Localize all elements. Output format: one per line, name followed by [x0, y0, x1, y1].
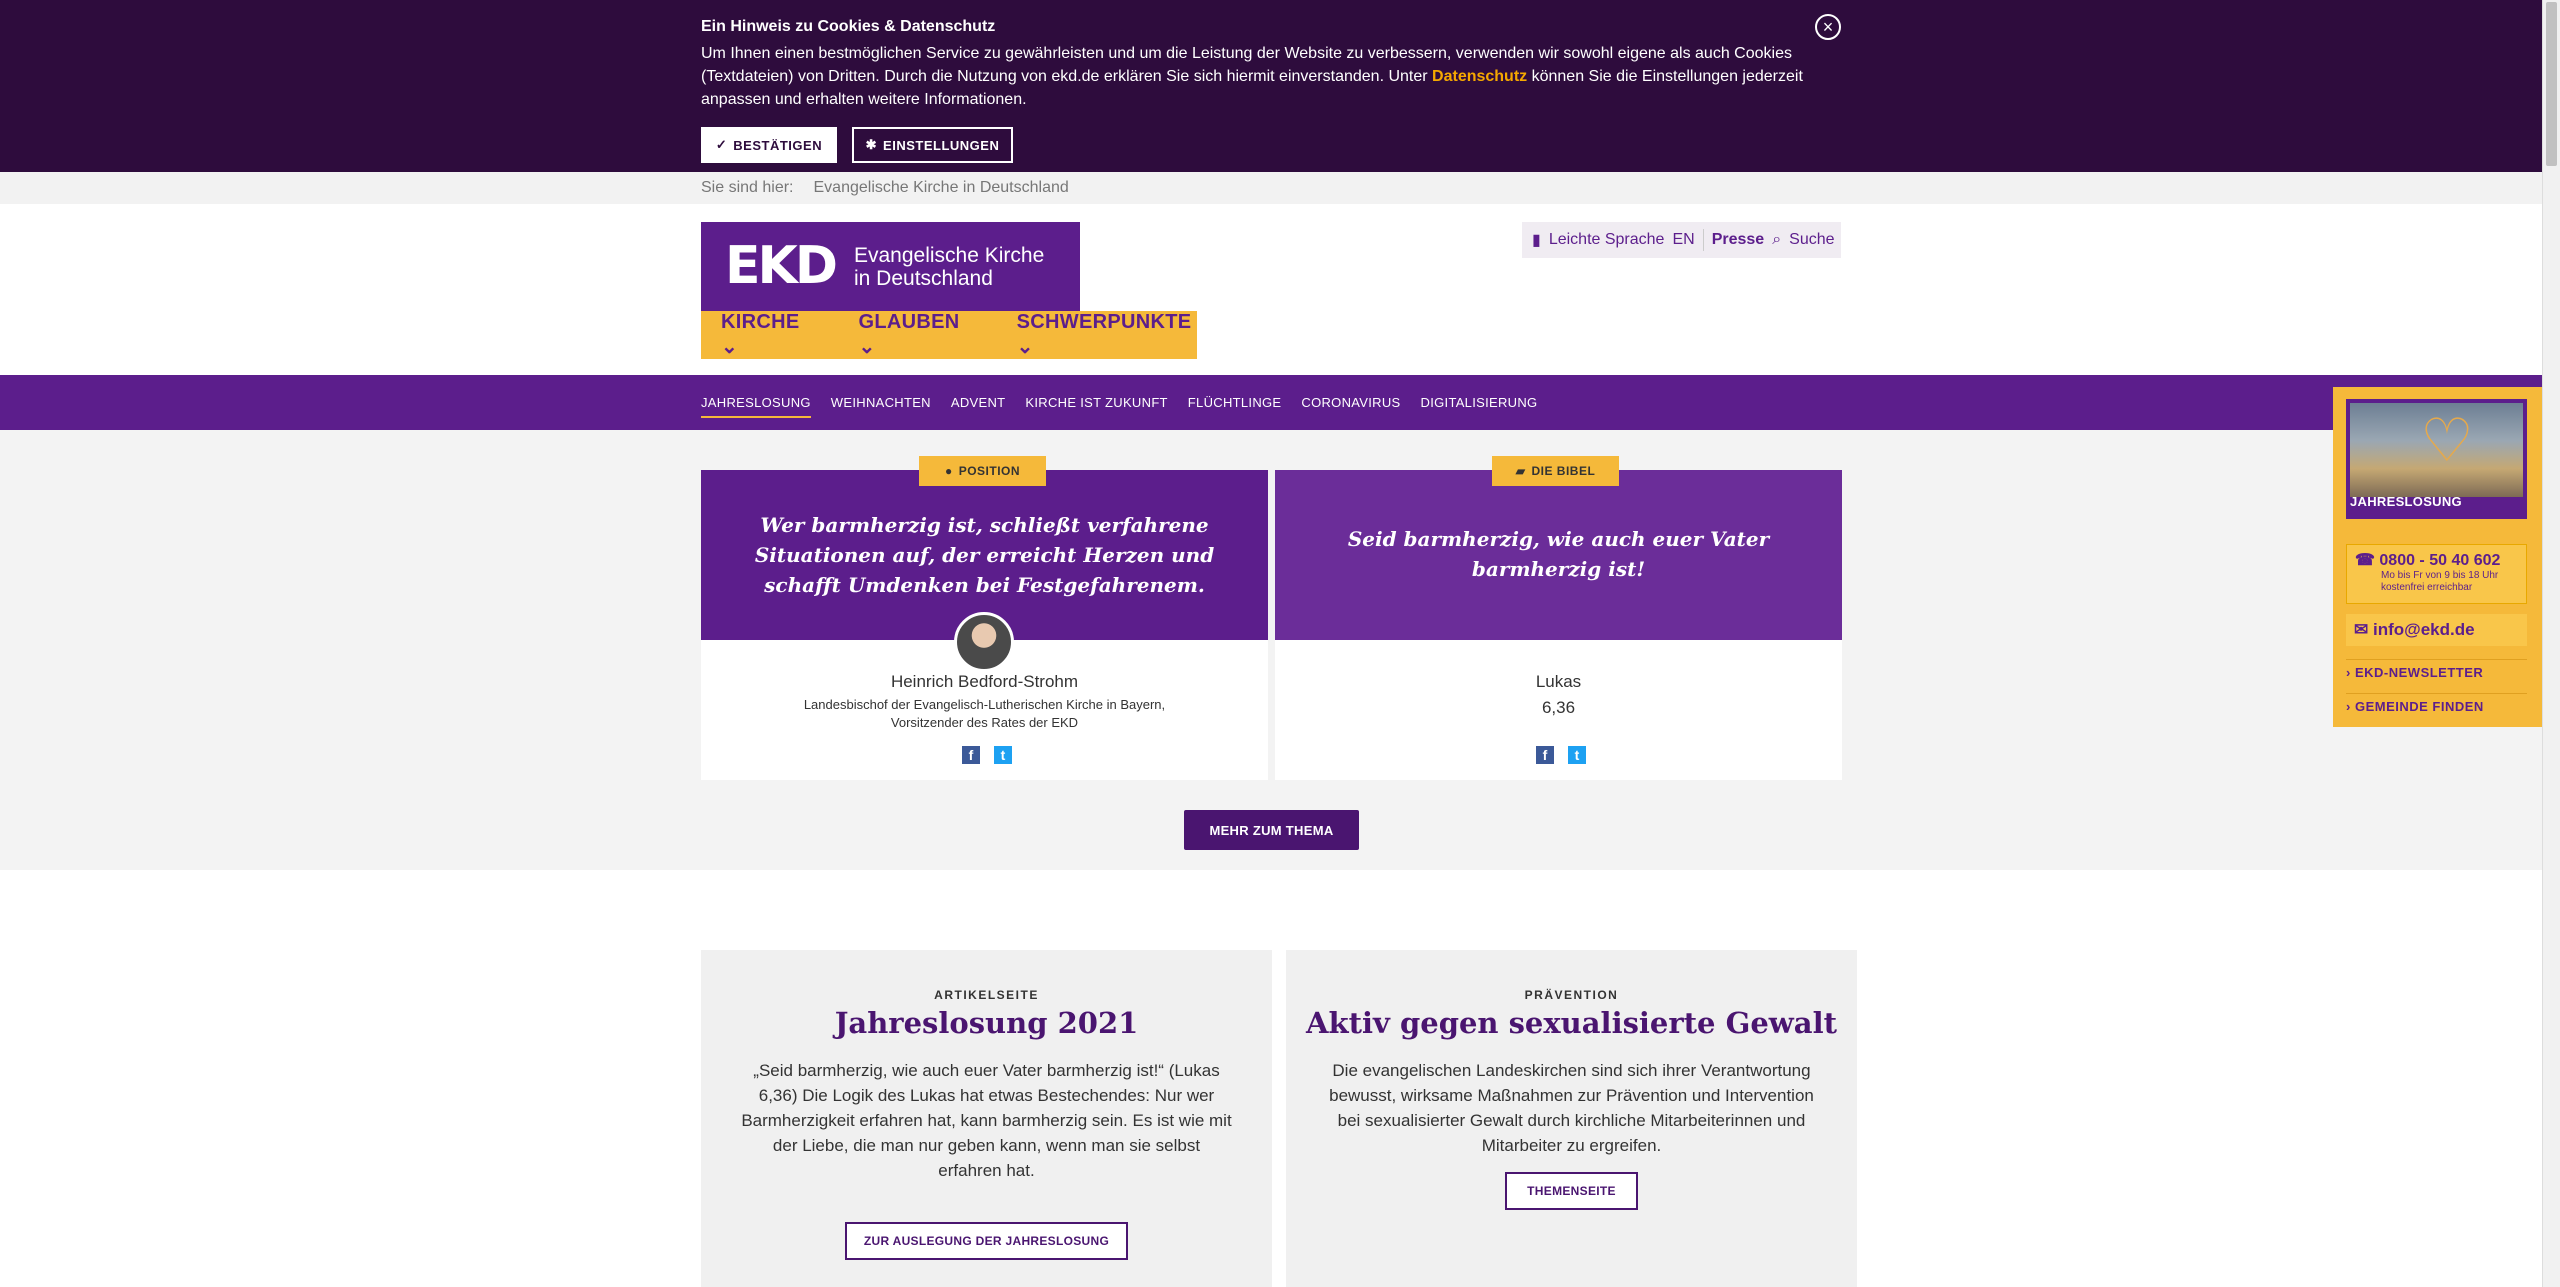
- bible-icon: ▰: [1515, 464, 1526, 478]
- jahreslosung-teaser[interactable]: ♡ JAHRESLOSUNG: [2346, 399, 2527, 519]
- share-links: f t: [1536, 746, 1586, 764]
- bible-quote-panel: Seid barmherzig, wie auch euer Vater bar…: [1275, 470, 1842, 640]
- quote-card-position: Wer barmherzig ist, schließt verfahrene …: [701, 456, 1268, 780]
- breadcrumb: Sie sind hier: Evangelische Kirche in De…: [0, 172, 2542, 204]
- phone-hint: Mo bis Fr von 9 bis 18 Uhr kostenfrei err…: [2381, 570, 2499, 593]
- easy-language-link[interactable]: Leichte Sprache: [1549, 231, 1665, 249]
- press-link[interactable]: Presse: [1712, 231, 1765, 249]
- cookie-banner: Ein Hinweis zu Cookies & Datenschutz Um …: [0, 0, 2542, 172]
- more-topic-button[interactable]: MEHR ZUM THEMA: [1184, 810, 1359, 850]
- mail-box[interactable]: ✉ info@ekd.de: [2346, 614, 2527, 646]
- author-avatar: [954, 612, 1014, 672]
- utility-nav: ▮ Leichte Sprache EN Presse ⌕ Suche: [1522, 222, 1841, 258]
- quote-card-bible: Seid barmherzig, wie auch euer Vater bar…: [1275, 456, 1842, 780]
- quote-text: Wer barmherzig ist, schließt verfahrene …: [754, 513, 1215, 597]
- author-role: Landesbischof der Evangelisch-Lutherisch…: [803, 697, 1166, 730]
- featured-section: [0, 430, 2542, 870]
- subnav-fluechtlinge[interactable]: FLÜCHTLINGE: [1188, 395, 1282, 418]
- mail-address: info@ekd.de: [2372, 620, 2475, 639]
- confirm-button[interactable]: ✓ BESTÄTIGEN: [701, 127, 837, 163]
- nav-schwerpunkte[interactable]: SCHWERPUNKTE ⌄: [1017, 311, 1197, 359]
- topic-subnav: JAHRESLOSUNG WEIHNACHTEN ADVENT KIRCHE I…: [0, 375, 2542, 430]
- article-title[interactable]: Jahreslosung 2021: [701, 1006, 1272, 1040]
- article-text: „Seid barmherzig, wie auch euer Vater ba…: [741, 1061, 1232, 1180]
- bible-book: Lukas: [1535, 672, 1582, 691]
- subnav-coronavirus[interactable]: CORONAVIRUS: [1301, 395, 1400, 418]
- phone-number: 0800 - 50 40 602: [2379, 552, 2501, 569]
- chevron-down-icon: ⌄: [1016, 336, 1034, 358]
- subnav-jahreslosung[interactable]: JAHRESLOSUNG: [701, 395, 811, 418]
- scrollbar[interactable]: [2542, 0, 2560, 1287]
- facebook-icon[interactable]: f: [1536, 746, 1554, 764]
- bible-verse: 6,36: [1541, 698, 1576, 717]
- article-text: Die evangelischen Landeskirchen sind sic…: [1329, 1061, 1814, 1155]
- chevron-down-icon: ⌄: [858, 336, 876, 358]
- breadcrumb-label: Sie sind hier:: [701, 179, 794, 196]
- cookie-title: Ein Hinweis zu Cookies & Datenschutz: [701, 18, 996, 35]
- service-widget: ♡ JAHRESLOSUNG ☎ 0800 - 50 40 602 Mo bis…: [2333, 387, 2542, 727]
- breadcrumb-item[interactable]: Evangelische Kirche in Deutschland: [814, 179, 1069, 197]
- article-title[interactable]: Aktiv gegen sexualisierte Gewalt: [1286, 1006, 1857, 1040]
- article-card-jahreslosung: ARTIKELSEITE Jahreslosung 2021 „Seid bar…: [701, 950, 1272, 1287]
- scrollbar-thumb[interactable]: [2546, 2, 2557, 166]
- share-links: f t: [962, 746, 1012, 764]
- nav-glauben[interactable]: GLAUBEN ⌄: [859, 311, 972, 359]
- main-navigation: KIRCHE ⌄ GLAUBEN ⌄ SCHWERPUNKTE ⌄: [701, 311, 1197, 359]
- close-icon[interactable]: ×: [1815, 14, 1841, 40]
- article-card-praevention: PRÄVENTION Aktiv gegen sexualisierte Gew…: [1286, 950, 1857, 1287]
- chevron-down-icon: ⌄: [721, 336, 739, 358]
- teaser-image: ♡: [2350, 403, 2523, 497]
- teaser-label: JAHRESLOSUNG: [2350, 494, 2462, 509]
- logo-text: Evangelische Kirche in Deutschland: [854, 244, 1045, 290]
- chevron-right-icon: ›: [2346, 699, 2351, 714]
- ekd-logo[interactable]: EKD Evangelische Kirche in Deutschland: [701, 222, 1080, 311]
- privacy-link[interactable]: Datenschutz: [1432, 68, 1527, 85]
- article-kicker: ARTIKELSEITE: [934, 988, 1039, 1002]
- interpretation-button[interactable]: ZUR AUSLEGUNG DER JAHRESLOSUNG: [845, 1222, 1128, 1260]
- twitter-icon[interactable]: t: [1568, 746, 1586, 764]
- check-icon: ✓: [715, 137, 728, 152]
- heart-icon: ♡: [2420, 407, 2474, 474]
- divider: [1702, 229, 1704, 251]
- twitter-icon[interactable]: t: [994, 746, 1012, 764]
- chevron-right-icon: ›: [2346, 665, 2351, 680]
- subnav-weihnachten[interactable]: WEIHNACHTEN: [831, 395, 931, 418]
- phone-icon: ☎: [2355, 552, 2375, 569]
- subnav-digitalisierung[interactable]: DIGITALISIERUNG: [1421, 395, 1538, 418]
- author-name: Heinrich Bedford-Strohm: [890, 672, 1079, 691]
- speech-icon: ●: [944, 464, 953, 478]
- settings-button[interactable]: ✱ EINSTELLUNGEN: [852, 127, 1013, 163]
- phone-box[interactable]: ☎ 0800 - 50 40 602 Mo bis Fr von 9 bis 1…: [2346, 544, 2527, 604]
- bible-quote-text: Seid barmherzig, wie auch euer Vater bar…: [1347, 527, 1770, 581]
- tag-position: ● POSITION: [919, 456, 1046, 486]
- facebook-icon[interactable]: f: [962, 746, 980, 764]
- lang-en-link[interactable]: EN: [1672, 231, 1694, 249]
- search-icon: ⌕: [1772, 231, 1782, 248]
- search-link[interactable]: Suche: [1789, 231, 1834, 249]
- nav-kirche[interactable]: KIRCHE ⌄: [721, 311, 814, 359]
- topic-page-button[interactable]: THEMENSEITE: [1505, 1172, 1638, 1210]
- gemeinde-link[interactable]: › GEMEINDE FINDEN: [2346, 693, 2527, 714]
- logo-mark: EKD: [725, 236, 838, 296]
- mail-icon: ✉: [2354, 620, 2369, 639]
- subnav-advent[interactable]: ADVENT: [951, 395, 1006, 418]
- cookie-text: Um Ihnen einen bestmöglichen Service zu …: [701, 45, 1803, 108]
- newsletter-link[interactable]: › EKD-NEWSLETTER: [2346, 659, 2527, 680]
- book-icon: ▮: [1532, 232, 1541, 249]
- subnav-kirche-ist-zukunft[interactable]: KIRCHE IST ZUKUNFT: [1025, 395, 1167, 418]
- tag-bible: ▰ DIE BIBEL: [1492, 456, 1619, 486]
- gear-icon: ✱: [865, 137, 878, 152]
- article-kicker: PRÄVENTION: [1524, 988, 1619, 1002]
